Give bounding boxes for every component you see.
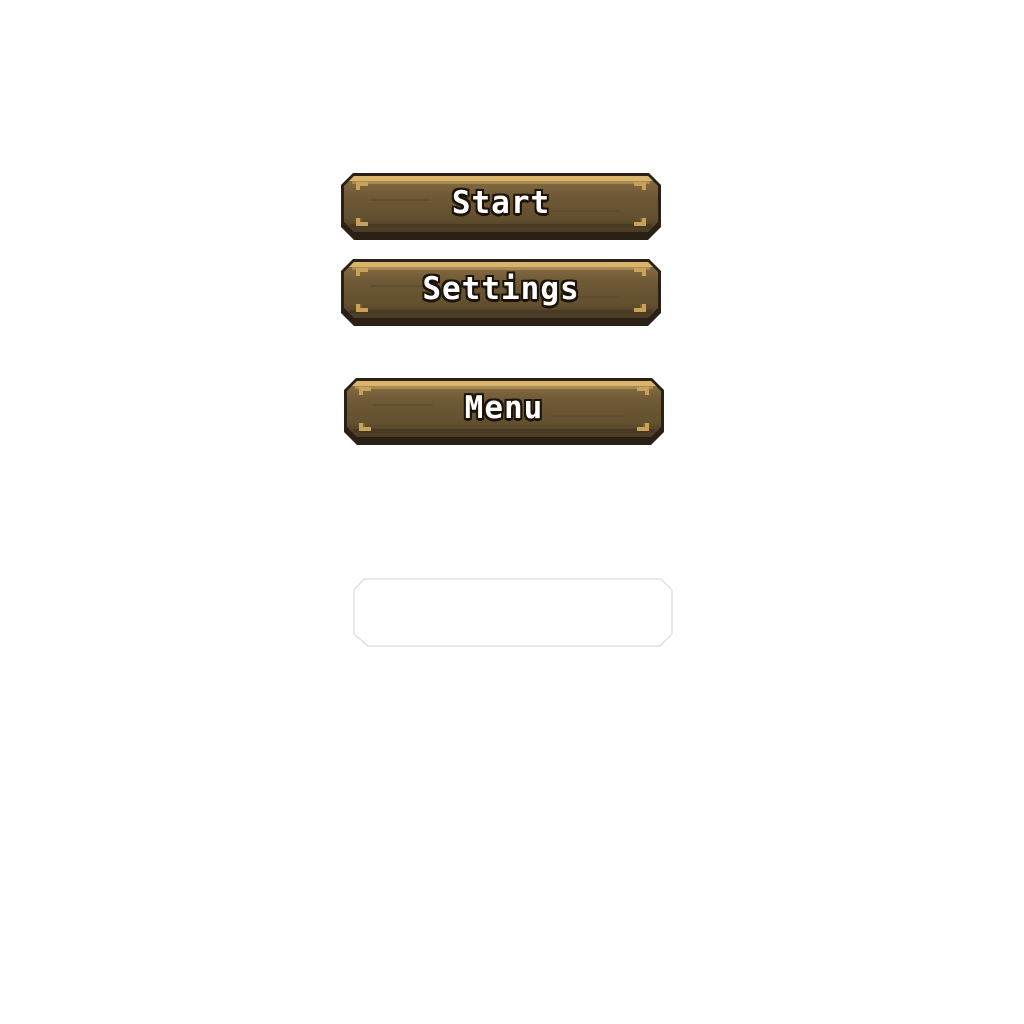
wood-plank-background [341,259,661,326]
settings-button[interactable]: Settings [340,258,662,326]
menu-button[interactable]: Menu [343,377,665,445]
wood-plank-background [341,173,661,240]
empty-button-slot [352,578,674,648]
wood-plank-background [344,378,664,445]
start-button[interactable]: Start [340,172,662,240]
